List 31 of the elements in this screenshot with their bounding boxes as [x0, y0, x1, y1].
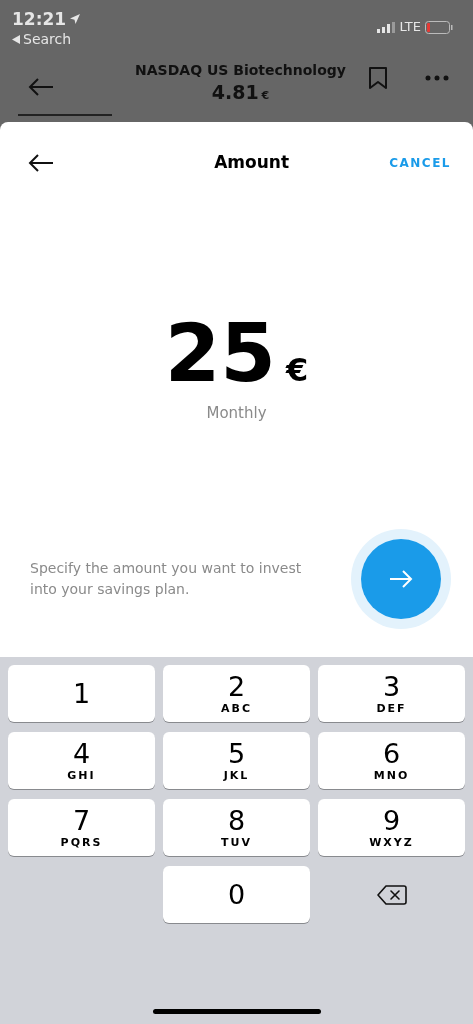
backspace-icon — [376, 883, 407, 906]
amount-value: 25 — [164, 312, 277, 396]
instrument-title: NASDAQ US Biotechnology — [135, 61, 346, 80]
keypad-key[interactable]: 4 GHI — [8, 732, 155, 789]
keypad-key[interactable]: 1 — [8, 665, 155, 722]
keypad-key[interactable]: 7 PQRS — [8, 799, 155, 856]
keypad-key[interactable]: 8 TUV — [163, 799, 310, 856]
keypad-key[interactable]: 2 ABC — [163, 665, 310, 722]
arrow-right-icon — [389, 568, 413, 589]
sheet-title: Amount — [214, 151, 290, 175]
keypad-key[interactable]: 5 JKL — [163, 732, 310, 789]
keypad-key[interactable]: 3 DEF — [318, 665, 465, 722]
bookmark-icon[interactable] — [369, 67, 387, 89]
price-currency: € — [261, 88, 270, 104]
keypad-key[interactable]: 6 MNO — [318, 732, 465, 789]
back-arrow-icon[interactable] — [28, 153, 54, 173]
network-label: LTE — [399, 18, 421, 37]
signal-icon — [377, 21, 396, 33]
amount-currency: € — [286, 350, 309, 391]
more-icon[interactable] — [425, 75, 449, 81]
battery-icon — [425, 20, 453, 34]
location-arrow-icon — [69, 13, 82, 25]
status-time: 12:21 — [12, 8, 67, 30]
hint-text: Specify the amount you want to invest into your savings plan. — [30, 558, 303, 599]
keypad-key[interactable]: 0 — [163, 866, 310, 923]
next-button[interactable] — [361, 538, 441, 619]
back-triangle-icon — [12, 34, 20, 44]
back-to-search-link[interactable]: Search — [23, 30, 72, 48]
instrument-price: 4.81 — [211, 80, 259, 104]
frequency-label: Monthly — [206, 403, 267, 424]
keypad-key[interactable]: 9 WXYZ — [318, 799, 465, 856]
